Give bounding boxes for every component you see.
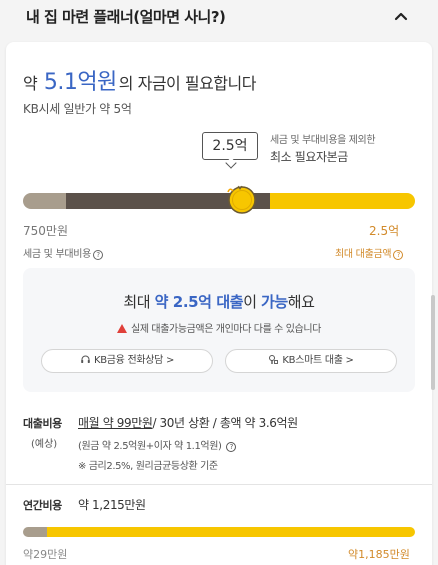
capital-tooltip: 2.5억 [202,132,258,160]
loan-title-post: 해요 [287,293,315,311]
smart-loan-icon [269,355,279,364]
chevron-up-icon[interactable] [391,6,411,26]
loan-title-amount: 약 2.5억 대출 [154,293,244,311]
required-funds-amount: 5.1억원 [43,70,117,95]
loan-cost-detail: (원금 약 2.5억원+이자 약 1.1억원) ? [78,437,237,452]
loan-availability-title: 최대 약 2.5억 대출이 가능해요 [23,291,415,312]
kb-price-subline: KB시세 일반가 약 5억 [23,102,132,116]
section-divider [6,484,432,485]
loan-warning-text: 실제 대출가능금액은 개인마다 다를 수 있습니다 [131,324,321,335]
loan-segment [270,193,415,209]
loan-cost-label: 대출비용 [23,417,62,430]
annual-cost-bar [23,527,415,537]
question-circle-icon[interactable]: ? [226,442,237,452]
kb-smart-loan-label: KB스마트 대출 > [282,355,354,366]
loan-warning: 실제 대출가능금액은 개인마다 다를 수 있습니다 [23,320,415,335]
annual-cost-left-value: 약29만원 [23,548,68,561]
funds-slider-track[interactable] [23,193,415,209]
annual-cost-left-segment [23,527,47,537]
coin-icon [227,185,256,214]
loan-cost-rest: / 30년 상환 / 총액 약 3.6억원 [152,416,299,430]
question-circle-icon[interactable]: ? [93,250,104,260]
annual-cost-right-segment [47,527,415,537]
kb-phone-consult-button[interactable]: KB금융 전화상담 > [41,349,213,373]
kb-phone-consult-label: KB금융 전화상담 > [93,355,175,366]
scrollbar[interactable] [431,295,435,390]
loan-cost-detail-text: (원금 약 2.5억원+이자 약 1.1억원) [78,441,222,452]
question-circle-icon[interactable]: ? [393,250,404,260]
headline-prefix: 약 [23,74,38,93]
max-loan-caption[interactable]: 최대 대출금액? [335,245,404,260]
max-loan-caption-text: 최대 대출금액 [335,249,392,260]
loan-cost-note: ※ 금리2.5%, 원리금균등상환 기준 [78,461,218,472]
loan-cost-summary: 매월 약 99만원/ 30년 상환 / 총액 약 3.6억원 [78,414,298,431]
annual-cost-value: 약 1,215만원 [78,498,146,512]
headline-suffix: 의 자금이 필요합니다 [118,74,257,93]
loan-title-possible: 가능 [260,293,288,311]
tax-segment [23,193,66,209]
tax-caption[interactable]: 세금 및 부대비용? [23,245,104,260]
loan-title-mid: 이 [243,293,261,311]
tax-value: 750만원 [23,224,68,238]
max-loan-value: 2.5억 [369,224,400,238]
loan-title-pre: 최대 [123,293,155,311]
capital-annotation-small: 세금 및 부대비용을 제외한 [270,135,376,146]
required-funds-headline: 약 5.1억원 의 자금이 필요합니다 [23,64,256,96]
warning-icon [117,324,128,333]
monthly-payment[interactable]: 매월 약 99만원 [78,416,153,430]
kb-smart-loan-button[interactable]: KB스마트 대출 > [225,349,397,373]
capital-annotation-main: 최소 필요자본금 [270,150,348,164]
planner-title: 내 집 마련 플래너(얼마면 사니?) [26,8,226,26]
planner-header[interactable]: 내 집 마련 플래너(얼마면 사니?) [0,0,438,36]
slider-handle[interactable] [224,183,258,215]
annual-cost-right-value: 약1,185만원 [348,548,410,561]
tax-caption-text: 세금 및 부대비용 [23,249,92,260]
loan-cost-sublabel: (예상) [31,439,58,450]
headset-icon [81,355,90,363]
annual-cost-label: 연간비용 [23,499,62,512]
